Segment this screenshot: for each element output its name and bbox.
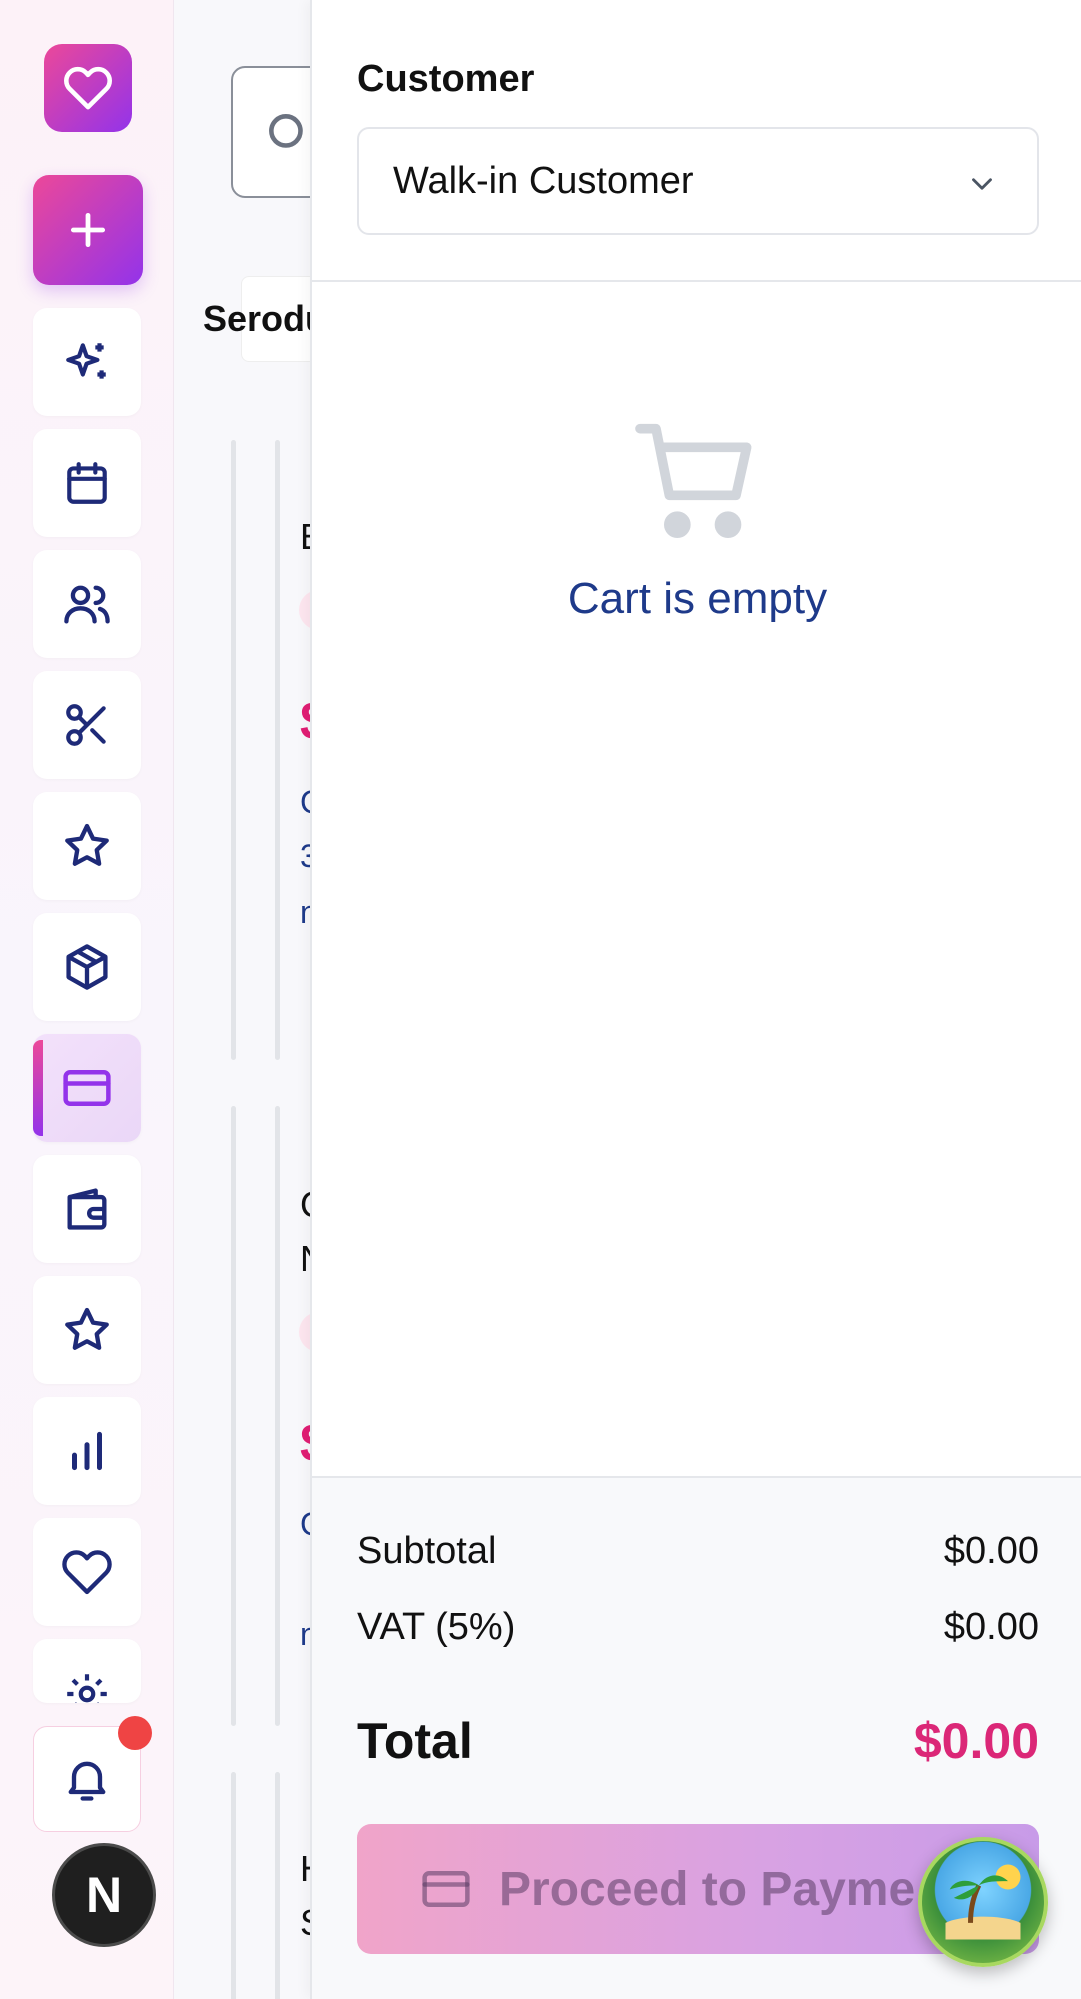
- bar-chart-icon: [72, 1431, 102, 1471]
- star-icon: [65, 1307, 109, 1350]
- card-border: [231, 1106, 236, 1726]
- credit-card-icon: [63, 1070, 111, 1106]
- vat-row: VAT (5%) $0.00: [357, 1606, 1039, 1649]
- palm-tree-icon: [945, 1864, 1021, 1940]
- add-new-button[interactable]: [33, 175, 143, 285]
- credit-card-icon: [422, 1871, 470, 1907]
- category-tabs-text: Serodu: [203, 298, 310, 339]
- product-title: C: [300, 1184, 310, 1226]
- customer-select[interactable]: Walk-in Customer: [357, 127, 1039, 235]
- star-icon: [65, 823, 109, 866]
- package-icon: [66, 944, 108, 990]
- users-icon: [64, 585, 110, 624]
- divider: [312, 280, 1081, 282]
- product-detail: C: [300, 1506, 310, 1543]
- card-border: [275, 440, 280, 1060]
- notification-badge: [118, 1716, 152, 1750]
- card-border: [275, 1772, 280, 1999]
- app-logo[interactable]: [44, 44, 132, 132]
- card-border: [231, 440, 236, 1060]
- product-detail: 3: [300, 838, 310, 874]
- total-row: Total $0.00: [357, 1712, 1039, 1770]
- customer-select-value: Walk-in Customer: [393, 159, 694, 202]
- search-icon: [269, 114, 303, 148]
- sidebar-item-customers[interactable]: [33, 550, 141, 658]
- wallet-icon: [67, 1188, 107, 1230]
- sparkles-icon: [66, 343, 106, 379]
- sidebar-item-pos[interactable]: [33, 1034, 141, 1142]
- category-badge: [299, 590, 310, 630]
- card-border: [275, 1106, 280, 1726]
- subtotal-label: Subtotal: [357, 1530, 497, 1572]
- sidebar-item-favorites[interactable]: [33, 1518, 141, 1626]
- sidebar-item-inventory[interactable]: [33, 913, 141, 1021]
- calendar-icon: [67, 462, 107, 504]
- product-price: $: [300, 690, 310, 752]
- total-label: Total: [357, 1713, 473, 1769]
- product-title: S: [300, 1902, 310, 1944]
- sidebar-item-wallet[interactable]: [33, 1155, 141, 1263]
- sidebar-item-ai[interactable]: [33, 308, 141, 416]
- sidebar-item-reviews[interactable]: [33, 792, 141, 900]
- heart-icon: [64, 66, 112, 110]
- sidebar-item-reports[interactable]: [33, 1397, 141, 1505]
- sidebar-item-loyalty[interactable]: [33, 1276, 141, 1384]
- product-title: N: [300, 1238, 310, 1280]
- product-title: H: [300, 1848, 310, 1890]
- vat-label: VAT (5%): [357, 1606, 516, 1648]
- product-detail: C: [300, 784, 310, 821]
- sidebar-item-services[interactable]: [33, 671, 141, 779]
- card-border: [231, 1772, 236, 1999]
- scissors-icon: [66, 704, 106, 746]
- main-content: Serodu E $ C 3 n C N $ C n H S: [175, 0, 310, 1999]
- product-price: $: [300, 1412, 310, 1474]
- cart-panel: Customer Walk-in Customer Cart is empty …: [310, 0, 1081, 1999]
- sidebar-item-calendar[interactable]: [33, 429, 141, 537]
- search-input[interactable]: [231, 66, 310, 198]
- total-value: $0.00: [913, 1713, 1039, 1769]
- vat-value: $0.00: [943, 1606, 1039, 1648]
- sidebar-item-settings[interactable]: [33, 1639, 141, 1703]
- product-detail: n: [300, 894, 310, 930]
- floating-assistant-button[interactable]: [918, 1837, 1048, 1967]
- subtotal-row: Subtotal $0.00: [357, 1530, 1039, 1573]
- cart-empty-message: Cart is empty: [567, 574, 828, 623]
- product-title: E: [300, 516, 310, 558]
- proceed-to-payment-label: Proceed to Payme: [499, 1862, 916, 1916]
- bell-icon: [68, 1761, 106, 1801]
- heart-icon: [62, 1550, 112, 1595]
- subtotal-value: $0.00: [943, 1530, 1039, 1572]
- category-badge: [299, 1312, 310, 1352]
- gear-icon: [67, 1674, 107, 1703]
- shopping-cart-icon: [635, 423, 752, 538]
- customer-label: Customer: [357, 58, 535, 100]
- plus-icon: [70, 212, 106, 248]
- avatar-initial: N: [85, 1867, 123, 1923]
- chevron-down-icon: [972, 178, 992, 190]
- product-detail: n: [300, 1616, 310, 1652]
- sidebar: N: [0, 0, 174, 1999]
- user-avatar[interactable]: N: [52, 1843, 156, 1947]
